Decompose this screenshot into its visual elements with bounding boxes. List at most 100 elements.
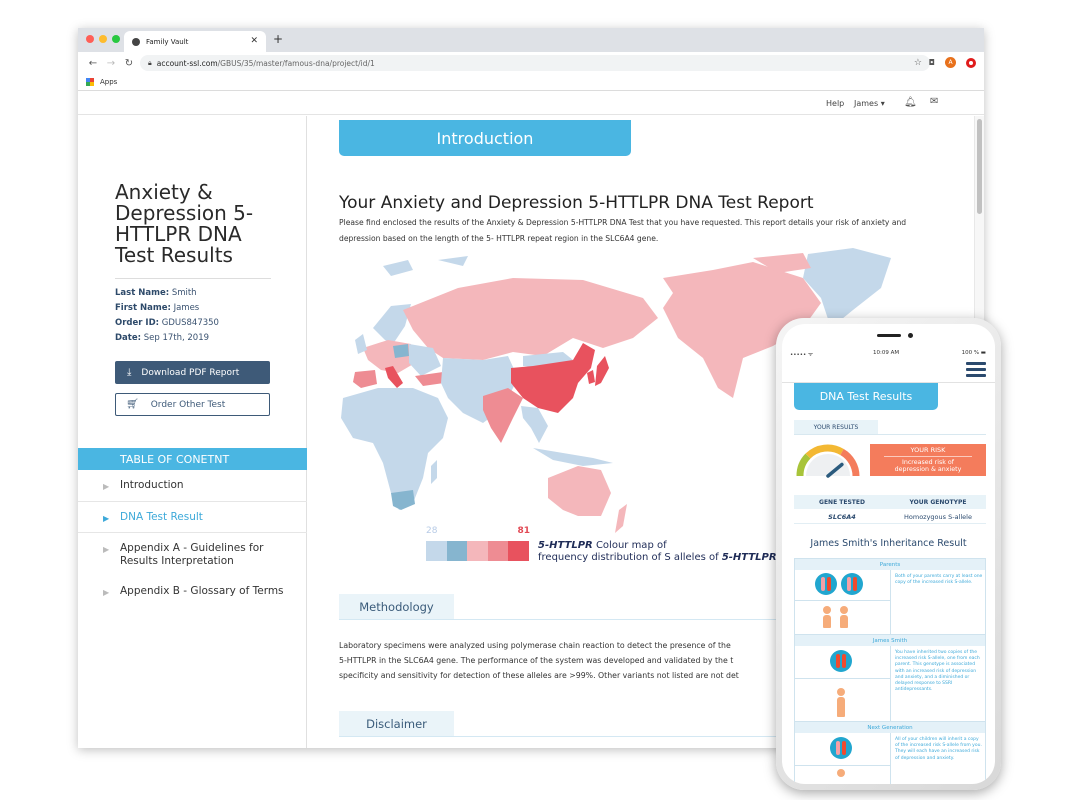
camera-icon[interactable]: ◘ <box>929 58 935 67</box>
bookmark-star-icon[interactable]: ☆ <box>914 58 922 68</box>
toc-item-appendix-a[interactable]: ▶ Appendix A - Guidelines for Results In… <box>78 542 293 568</box>
reload-button[interactable]: ↻ <box>120 58 138 69</box>
info-last-name: Last Name: Smith <box>115 288 197 298</box>
signal-icon: ••••• ᯤ <box>790 352 813 358</box>
divider <box>794 434 986 435</box>
user-menu[interactable]: James ▾ <box>854 99 885 108</box>
new-tab-button[interactable]: + <box>273 32 283 46</box>
block-text: Both of your parents carry at least one … <box>895 574 983 586</box>
order-other-test-button[interactable]: 🛒︎ Order Other Test <box>115 393 270 416</box>
report-heading: Anxiety & Depression 5-HTTLPR DNA Test R… <box>115 180 254 267</box>
forward-button[interactable]: → <box>102 58 120 69</box>
apps-grid-icon <box>86 78 94 86</box>
toc-item-appendix-b[interactable]: ▶ Appendix B - Glossary of Terms <box>78 585 307 598</box>
map-region-madagascar <box>431 460 437 484</box>
map-region-southeast-asia <box>521 406 548 443</box>
top-nav: Help James ▾ 🔔︎ ✉ <box>78 91 984 115</box>
cart-icon: 🛒︎ <box>126 399 139 410</box>
bell-icon[interactable]: 🔔︎ <box>904 97 917 108</box>
risk-label: YOUR RISK <box>884 447 972 457</box>
window-controls <box>86 35 120 43</box>
legend-color-scale <box>426 541 529 561</box>
back-button[interactable]: ← <box>84 58 102 69</box>
browser-tab[interactable]: Family Vault ✕ <box>124 31 266 52</box>
toc-label: Introduction <box>120 479 184 491</box>
help-link[interactable]: Help <box>826 99 844 108</box>
info-value: James <box>173 303 200 313</box>
tab-strip: Family Vault ✕ + <box>78 28 984 52</box>
inheritance-block-parents: Parents Both of your parents carry at le… <box>794 558 986 640</box>
toc-header: TABLE OF CONETNT <box>78 448 307 470</box>
close-window-button[interactable] <box>86 35 94 43</box>
map-region-south-africa <box>391 490 415 510</box>
phone-time: 10:09 AM <box>873 350 900 356</box>
close-tab-icon[interactable]: ✕ <box>250 36 258 46</box>
apps-bookmark[interactable]: Apps <box>100 78 117 86</box>
caption-text-2: frequency distribution of S alleles of <box>538 552 722 563</box>
toc-item-introduction[interactable]: ▶ Introduction <box>78 479 307 492</box>
download-pdf-button[interactable]: ⤓ Download PDF Report <box>115 361 270 384</box>
gene-table-row: SLC6A4 Homozygous S-allele <box>794 510 986 524</box>
your-results-tab[interactable]: YOUR RESULTS <box>794 420 878 434</box>
risk-value-2: depression & anxiety <box>894 466 962 473</box>
map-caption: 5-HTTLPR Colour map of frequency distrib… <box>538 540 780 564</box>
divider <box>115 278 271 279</box>
hamburger-menu-icon[interactable] <box>966 362 986 380</box>
map-region-africa <box>341 388 448 510</box>
scrollbar-thumb[interactable] <box>977 119 982 214</box>
phone-dna-results-button[interactable]: DNA Test Results <box>794 383 938 410</box>
extension-icon[interactable] <box>966 57 976 68</box>
report-title: Your Anxiety and Depression 5-HTTLPR DNA… <box>339 193 814 213</box>
profile-avatar[interactable]: A <box>945 57 956 68</box>
toc-item-dna-test-result[interactable]: ▶ DNA Test Result <box>78 511 307 524</box>
info-label: Date: <box>115 333 142 343</box>
sidebar: Anxiety & Depression 5-HTTLPR DNA Test R… <box>78 116 307 748</box>
gene-cell: SLC6A4 <box>828 512 856 521</box>
gene-table-header: GENE TESTED YOUR GENOTYPE <box>794 495 986 509</box>
legend-max: 81 <box>517 526 530 536</box>
info-value: GDUS847350 <box>161 318 219 328</box>
person-icon <box>823 606 831 628</box>
url-input[interactable]: 🔒︎ account-ssl.com /GBUS/35/master/famou… <box>140 55 930 71</box>
block-heading: James Smith <box>795 635 985 646</box>
download-pdf-label: Download PDF Report <box>141 367 240 378</box>
methodology-tab[interactable]: Methodology <box>339 594 454 619</box>
phone-camera <box>908 333 913 338</box>
caption-gene: 5-HTTLPR <box>538 540 593 551</box>
illustration-cell <box>795 646 891 727</box>
phone-speaker <box>877 334 901 337</box>
gene-header-cell: GENE TESTED <box>819 498 865 506</box>
risk-gauge <box>796 444 860 478</box>
bookmarks-bar: Apps <box>78 74 984 91</box>
map-region-australia <box>548 466 611 516</box>
info-value: Smith <box>171 288 197 298</box>
mail-icon[interactable]: ✉ <box>930 96 938 107</box>
divider <box>78 532 307 533</box>
minimize-window-button[interactable] <box>99 35 107 43</box>
disclaimer-tab[interactable]: Disclaimer <box>339 711 454 736</box>
chromosome-icon <box>841 573 863 595</box>
map-region-arctic-north-2 <box>438 256 468 266</box>
inheritance-block-next-generation: Next Generation All of your children wil… <box>794 721 986 784</box>
block-heading: Parents <box>795 559 985 570</box>
map-region-india <box>483 388 523 443</box>
caret-right-icon: ▶ <box>103 514 110 523</box>
chromosome-icon <box>830 737 852 759</box>
download-icon: ⤓ <box>127 367 132 378</box>
maximize-window-button[interactable] <box>112 35 120 43</box>
phone-screen: ••••• ᯤ 10:09 AM 100 % ▬ DNA Test Result… <box>782 324 995 784</box>
report-intro-paragraph: Please find enclosed the results of the … <box>339 218 907 243</box>
block-text: All of your children will inherit a copy… <box>895 737 982 761</box>
map-region-japan <box>595 356 609 386</box>
legend-swatch <box>426 541 447 561</box>
person-icon <box>837 769 845 777</box>
introduction-section-button[interactable]: Introduction <box>339 120 631 156</box>
person-icon <box>837 688 845 717</box>
legend-swatch <box>508 541 529 561</box>
toc-label: DNA Test Result <box>120 511 203 523</box>
info-order-id: Order ID: GDUS847350 <box>115 318 219 328</box>
risk-box: YOUR RISK Increased risk of depression &… <box>870 444 986 476</box>
divider <box>78 501 307 502</box>
legend-min: 28 <box>426 526 438 536</box>
legend-swatch <box>487 541 509 561</box>
